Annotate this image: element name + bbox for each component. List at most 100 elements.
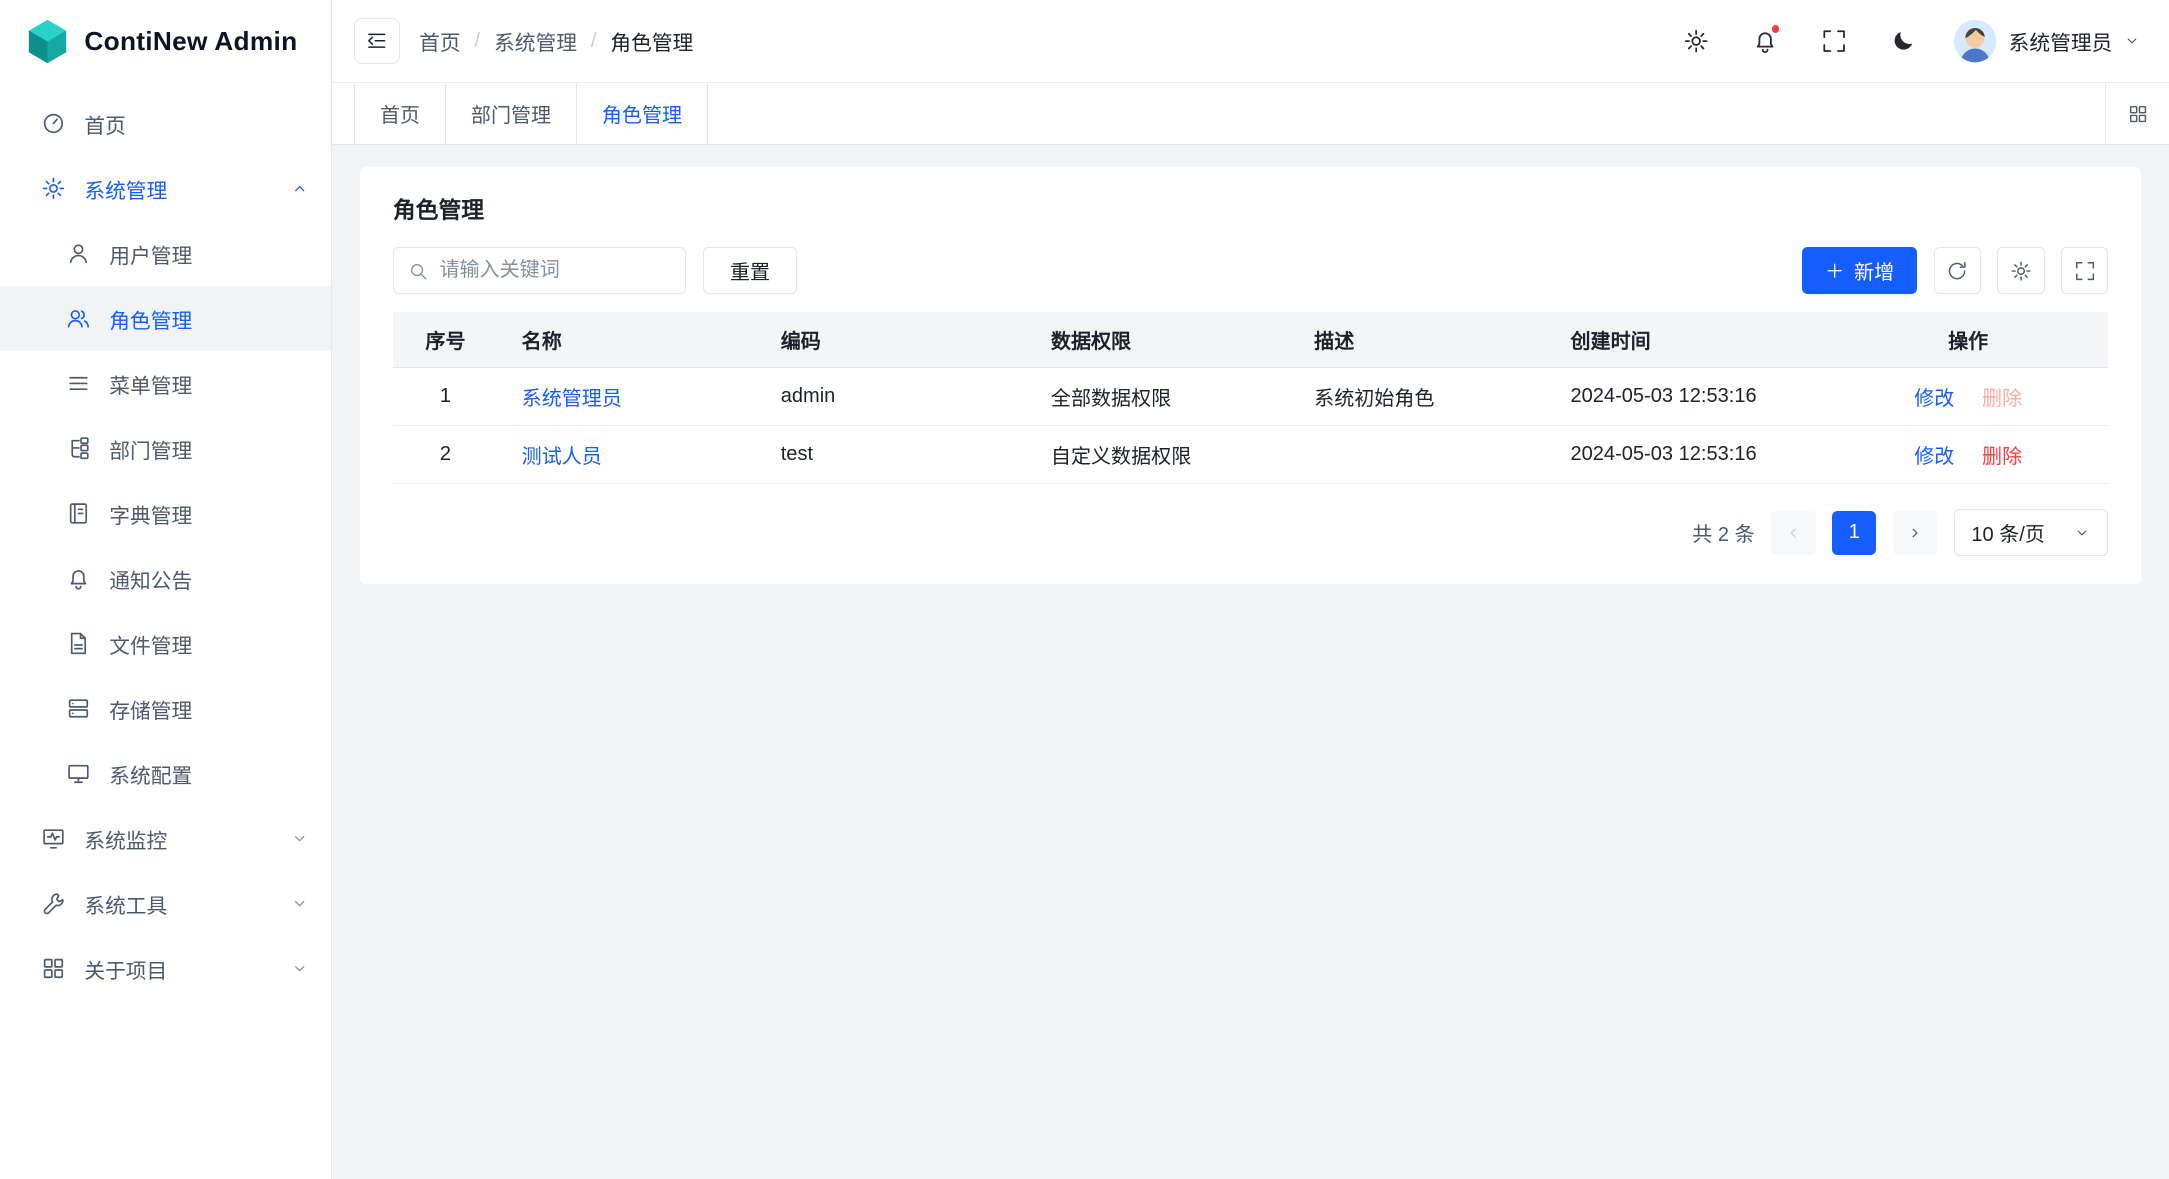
main-area: 首页 / 系统管理 / 角色管理: [332, 0, 2169, 1179]
delete-link: 删除: [1982, 388, 2022, 410]
breadcrumb-item-home[interactable]: 首页: [419, 26, 460, 56]
monitor-icon: [41, 826, 66, 851]
dark-mode-button[interactable]: [1879, 16, 1929, 66]
page-size-select[interactable]: 10 条/页: [1954, 509, 2108, 556]
chevron-down-icon: [290, 829, 309, 848]
edit-link[interactable]: 修改: [1914, 388, 1954, 410]
page-title: 角色管理: [393, 192, 2108, 225]
sidebar-collapse-button[interactable]: [354, 18, 400, 64]
settings-button[interactable]: [1671, 16, 1721, 66]
sidebar-item-label: 菜单管理: [109, 369, 192, 399]
cell-data-scope: 自定义数据权限: [1027, 426, 1290, 484]
app-logo[interactable]: ContiNew Admin: [0, 0, 331, 83]
user-name: 系统管理员: [2009, 26, 2113, 56]
chevron-down-icon: [2123, 32, 2141, 50]
sidebar-item-label: 通知公告: [109, 564, 192, 594]
plus-icon: [1825, 261, 1844, 280]
sidebar-item-label: 存储管理: [109, 694, 192, 724]
cell-description: 系统初始角色: [1291, 368, 1547, 426]
tab-department-management[interactable]: 部门管理: [446, 83, 577, 144]
refresh-icon: [1946, 260, 1968, 282]
cell-code: admin: [757, 368, 1027, 426]
reset-button[interactable]: 重置: [703, 247, 798, 294]
table-header-row: 序号 名称 编码 数据权限 描述 创建时间 操作: [393, 312, 2108, 367]
sidebar-item-label: 系统管理: [84, 174, 167, 204]
role-name-link[interactable]: 测试人员: [522, 446, 602, 468]
column-header-created-at: 创建时间: [1547, 312, 1828, 367]
sidebar-item-label: 首页: [84, 109, 125, 139]
sidebar-item-label: 关于项目: [84, 954, 167, 984]
add-button[interactable]: 新增: [1802, 247, 1917, 294]
sidebar-item-home[interactable]: 首页: [0, 91, 331, 156]
grid-icon: [2127, 103, 2149, 125]
edit-link[interactable]: 修改: [1914, 446, 1954, 468]
sidebar-item-label: 角色管理: [109, 304, 192, 334]
sidebar-item-system-monitor[interactable]: 系统监控: [0, 806, 331, 871]
column-header-index: 序号: [393, 312, 498, 367]
sidebar-item-label: 系统配置: [109, 759, 192, 789]
sidebar-item-system-tools[interactable]: 系统工具: [0, 871, 331, 936]
delete-link[interactable]: 删除: [1982, 446, 2022, 468]
sidebar-item-label: 部门管理: [109, 434, 192, 464]
app-title: ContiNew Admin: [84, 26, 297, 57]
table-row: 2 测试人员 test 自定义数据权限 2024-05-03 12:53:16 …: [393, 426, 2108, 484]
fullscreen-button[interactable]: [1809, 16, 1859, 66]
sidebar-item-menu-management[interactable]: 菜单管理: [0, 351, 331, 416]
book-icon: [66, 501, 91, 526]
desktop-icon: [66, 761, 91, 786]
table-fullscreen-button[interactable]: [2061, 247, 2108, 294]
column-settings-button[interactable]: [1997, 247, 2044, 294]
sidebar-item-system-config[interactable]: 系统配置: [0, 741, 331, 806]
sidebar-item-label: 用户管理: [109, 239, 192, 269]
sidebar-item-label: 系统监控: [84, 824, 167, 854]
cell-index: 1: [393, 368, 498, 426]
breadcrumb-item-role-management: 角色管理: [610, 26, 693, 56]
sidebar-item-department-management[interactable]: 部门管理: [0, 416, 331, 481]
cell-index: 2: [393, 426, 498, 484]
column-header-description: 描述: [1291, 312, 1547, 367]
notifications-button[interactable]: [1740, 16, 1790, 66]
user-menu[interactable]: 系统管理员: [1953, 19, 2149, 63]
sidebar-item-storage-management[interactable]: 存储管理: [0, 676, 331, 741]
tab-actions-button[interactable]: [2105, 83, 2169, 144]
column-header-actions: 操作: [1828, 312, 2108, 367]
content-area: 角色管理 重置 新增: [332, 145, 2169, 1178]
dashboard-icon: [41, 111, 66, 136]
sidebar-item-about-project[interactable]: 关于项目: [0, 936, 331, 1001]
chevron-down-icon: [290, 959, 309, 978]
roles-table: 序号 名称 编码 数据权限 描述 创建时间 操作 1 系统管理员: [393, 312, 2108, 484]
cell-created-at: 2024-05-03 12:53:16: [1547, 426, 1828, 484]
sidebar-item-label: 字典管理: [109, 499, 192, 529]
sidebar-item-label: 文件管理: [109, 629, 192, 659]
sidebar-item-system-management[interactable]: 系统管理: [0, 156, 331, 221]
prev-page-button[interactable]: [1771, 511, 1815, 555]
tab-home[interactable]: 首页: [354, 83, 446, 144]
toolbar: 重置 新增: [393, 247, 2108, 294]
sidebar-item-role-management[interactable]: 角色管理: [0, 286, 331, 351]
tab-role-management[interactable]: 角色管理: [577, 83, 708, 144]
sidebar-item-notice-announcement[interactable]: 通知公告: [0, 546, 331, 611]
sidebar-item-dictionary-management[interactable]: 字典管理: [0, 481, 331, 546]
add-button-label: 新增: [1854, 256, 1894, 285]
file-icon: [66, 631, 91, 656]
refresh-button[interactable]: [1934, 247, 1981, 294]
cell-actions: 修改 删除: [1828, 426, 2108, 484]
wrench-icon: [41, 891, 66, 916]
app-logo-icon: [24, 18, 71, 65]
search-box[interactable]: [393, 247, 686, 294]
sidebar-menu: 首页 系统管理 用户管理 角色管理 菜单管理: [0, 83, 331, 1001]
tree-icon: [66, 436, 91, 461]
sidebar-item-file-management[interactable]: 文件管理: [0, 611, 331, 676]
breadcrumb-item-system-management[interactable]: 系统管理: [494, 26, 577, 56]
role-name-link[interactable]: 系统管理员: [522, 388, 622, 410]
sidebar-item-user-management[interactable]: 用户管理: [0, 221, 331, 286]
search-input[interactable]: [439, 259, 671, 282]
page-number-button[interactable]: 1: [1832, 511, 1876, 555]
next-page-button[interactable]: [1893, 511, 1937, 555]
users-icon: [66, 306, 91, 331]
breadcrumb: 首页 / 系统管理 / 角色管理: [419, 26, 693, 56]
expand-icon: [2074, 260, 2096, 282]
table-row: 1 系统管理员 admin 全部数据权限 系统初始角色 2024-05-03 1…: [393, 368, 2108, 426]
role-management-card: 角色管理 重置 新增: [360, 167, 2142, 584]
chevron-left-icon: [1784, 524, 1802, 542]
